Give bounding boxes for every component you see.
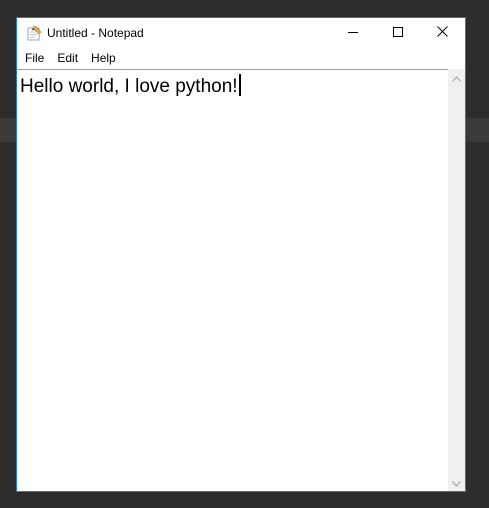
editor-text-line: Hello world, I love python! [20, 74, 241, 99]
close-button[interactable] [420, 18, 465, 48]
title-bar[interactable]: Untitled - Notepad [17, 18, 465, 48]
chevron-up-icon [452, 69, 461, 87]
text-editor[interactable]: Hello world, I love python! [17, 69, 448, 491]
menu-bar: File Edit Help [17, 48, 447, 68]
editor-content: Hello world, I love python! [20, 76, 238, 97]
maximize-icon [392, 24, 403, 42]
menu-file[interactable]: File [20, 48, 49, 68]
vertical-scrollbar[interactable] [448, 69, 465, 491]
minimize-button[interactable] [330, 18, 375, 48]
maximize-button[interactable] [375, 18, 420, 48]
window-title: Untitled - Notepad [47, 26, 144, 40]
menu-edit[interactable]: Edit [52, 48, 83, 68]
minimize-icon [347, 24, 358, 42]
close-icon [437, 24, 448, 42]
chevron-down-icon [452, 474, 461, 492]
menu-help[interactable]: Help [86, 48, 121, 68]
text-caret [238, 74, 241, 96]
notepad-window: Untitled - Notepad File Edit Help Hello … [16, 17, 466, 492]
scroll-down-button[interactable] [448, 474, 465, 491]
notepad-icon [26, 25, 42, 41]
desktop: Untitled - Notepad File Edit Help Hello … [0, 0, 489, 508]
scroll-up-button[interactable] [448, 69, 465, 86]
